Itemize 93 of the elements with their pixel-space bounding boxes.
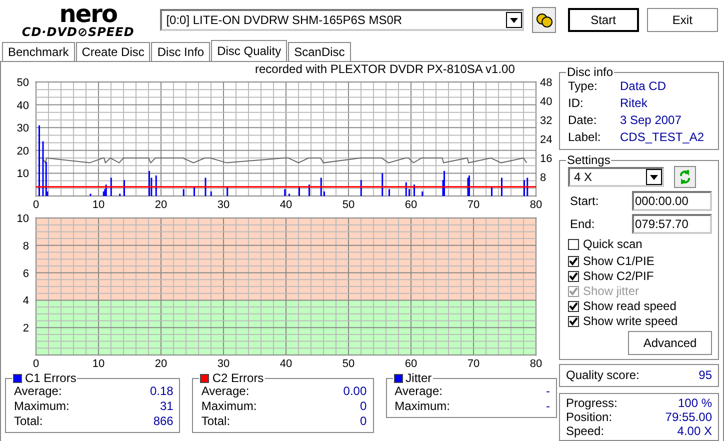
- field-label: Start:: [570, 194, 599, 208]
- axis-label: 60: [404, 358, 418, 368]
- axis-label: 80: [530, 358, 542, 368]
- stat-label: Average:: [14, 384, 62, 399]
- axis-label: 10: [16, 213, 29, 225]
- speed-dropdown[interactable]: 4 X: [568, 167, 664, 187]
- checkbox-label: Show write speed: [583, 314, 678, 329]
- group-title: C2 Errors: [212, 372, 264, 384]
- axis-label: 50: [16, 77, 29, 89]
- checkbox-label: Quick scan: [583, 237, 642, 252]
- progress-value: 4.00 X: [677, 424, 712, 438]
- axis-label: 70: [467, 358, 480, 368]
- group-title: Settings: [567, 154, 610, 166]
- stat-label: Maximum:: [14, 399, 70, 414]
- checkbox-label: Show C1/PIE: [583, 254, 654, 269]
- group-title: C1 Errors: [25, 372, 76, 384]
- axis-label: 30: [217, 358, 230, 368]
- axis-label: 20: [154, 199, 168, 210]
- tab[interactable]: ScanDisc: [288, 42, 351, 61]
- tab[interactable]: Benchmark: [2, 42, 75, 61]
- quality-score: 95: [698, 368, 712, 383]
- axis-label: 80: [530, 199, 542, 210]
- exit-button[interactable]: Exit: [646, 8, 718, 32]
- axis-label: 10: [16, 168, 29, 180]
- checkbox-label: Show jitter: [583, 284, 640, 299]
- progress-value: 79:55.00: [665, 410, 712, 424]
- axis-label: 10: [92, 358, 105, 368]
- axis-label: 40: [16, 100, 29, 112]
- stat-label: Total:: [14, 414, 43, 429]
- axis-label: 8: [540, 172, 546, 184]
- quality-label: Quality score:: [566, 368, 640, 383]
- axis-label: 32: [540, 115, 552, 127]
- end-field[interactable]: 079:57.70: [632, 214, 712, 234]
- stat-value: 0.00: [343, 384, 367, 399]
- axis-label: 30: [217, 199, 230, 210]
- progress-label: Progress:: [566, 396, 618, 410]
- info-value: Data CD: [620, 78, 668, 95]
- axis-label: 50: [342, 199, 355, 210]
- stat-value: 866: [153, 414, 174, 429]
- axis-label: 60: [404, 199, 418, 210]
- tab[interactable]: Create Disc: [76, 42, 150, 61]
- progress-label: Position:: [566, 410, 612, 424]
- axis-label: 30: [16, 122, 29, 135]
- tab[interactable]: Disc Quality: [211, 40, 288, 61]
- start-button[interactable]: Start: [568, 8, 639, 32]
- axis-label: 6: [22, 268, 29, 280]
- stat-value: -: [546, 399, 550, 414]
- stat-label: Total:: [201, 414, 230, 429]
- group-title: Disc info: [567, 66, 614, 78]
- progress-value: 100 %: [678, 396, 712, 410]
- axis-label: 20: [16, 145, 29, 158]
- axis-label: 8: [22, 240, 29, 252]
- stat-label: Average:: [201, 384, 250, 399]
- info-value: 3 Sep 2007: [620, 112, 682, 129]
- logo: nero CD·DVD⊘SPEED: [20, 2, 136, 38]
- progress-label: Speed:: [566, 424, 604, 438]
- tab[interactable]: Disc Info: [151, 42, 210, 61]
- stat-label: Maximum:: [394, 399, 450, 414]
- info-value: Ritek: [620, 95, 648, 112]
- axis-label: 40: [280, 358, 292, 368]
- field-label: End:: [570, 217, 595, 231]
- checkbox-label: Show read speed: [583, 299, 676, 314]
- stat-value: 0: [360, 399, 367, 414]
- advanced-button[interactable]: Advanced: [628, 331, 712, 355]
- axis-label: 0: [32, 199, 40, 210]
- axis-label: 2: [22, 322, 29, 335]
- stat-value: -: [546, 384, 550, 399]
- axis-label: 40: [540, 96, 552, 108]
- axis-label: 50: [342, 358, 355, 368]
- axis-label: 24: [540, 134, 552, 146]
- info-label: Label:: [568, 129, 602, 146]
- stat-value: 31: [160, 399, 174, 414]
- recorder-caption: recorded with PLEXTOR DVDR PX-810SA v1.00: [254, 62, 516, 76]
- start-field[interactable]: 000:00.00: [632, 191, 712, 211]
- checkbox-label: Show C2/PIF: [583, 269, 654, 284]
- axis-label: 10: [92, 199, 105, 210]
- stat-value: 0: [360, 414, 367, 429]
- info-value: CDS_TEST_A2: [620, 129, 706, 146]
- axis-label: 4: [22, 295, 29, 308]
- stat-label: Average:: [394, 384, 442, 399]
- axis-label: 20: [154, 358, 168, 368]
- info-label: ID:: [568, 95, 584, 112]
- group-title: Jitter: [406, 372, 432, 384]
- axis-label: 0: [32, 358, 40, 368]
- stat-label: Maximum:: [201, 399, 257, 414]
- axis-label: 48: [540, 77, 552, 89]
- stat-value: 0.18: [150, 384, 174, 399]
- axis-label: 16: [540, 153, 552, 165]
- axis-label: 40: [280, 199, 292, 210]
- info-label: Date:: [568, 112, 598, 129]
- info-label: Type:: [568, 78, 598, 95]
- drive-dropdown[interactable]: [0:0] LITE-ON DVDRW SHM-165P6S MS0R: [160, 9, 524, 31]
- axis-label: 70: [467, 199, 480, 210]
